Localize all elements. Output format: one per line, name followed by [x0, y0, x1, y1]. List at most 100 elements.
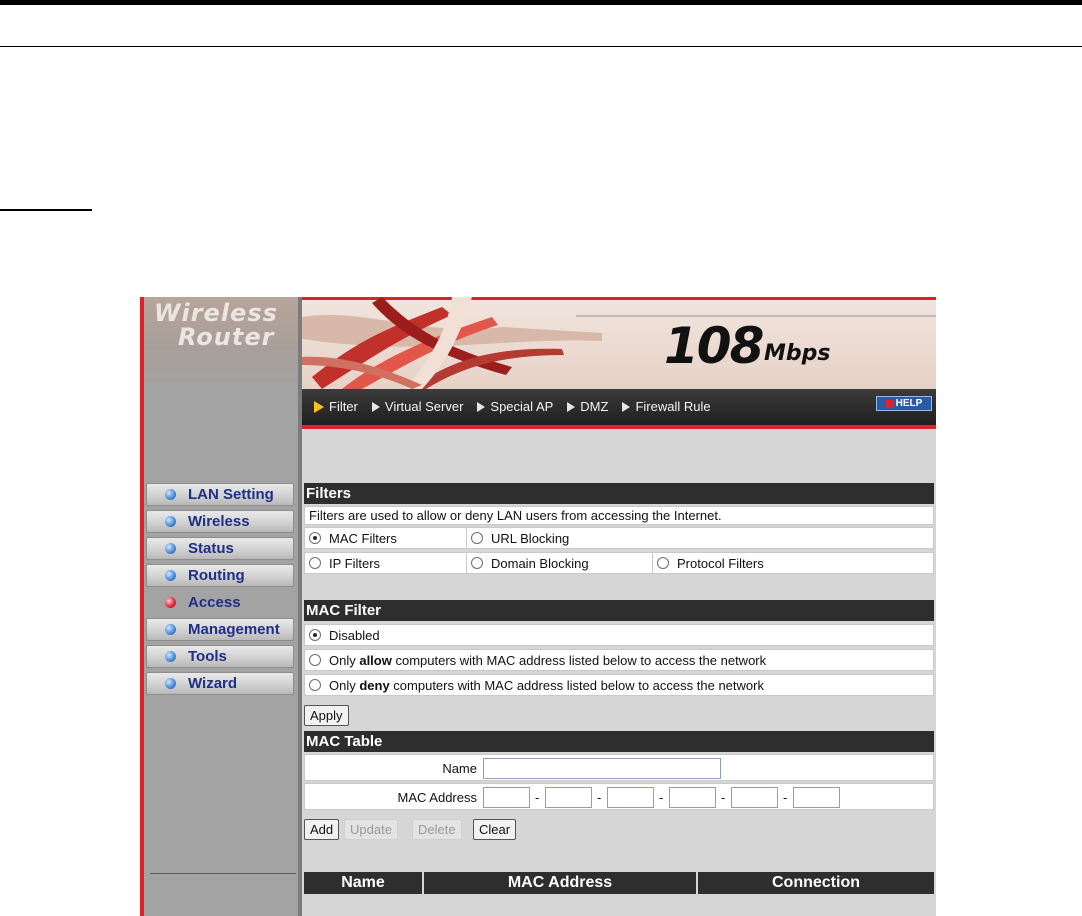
mac-filters-option[interactable]: MAC Filters: [305, 528, 467, 548]
bullet-icon: [165, 570, 176, 581]
mac-filter-deny-row[interactable]: Only deny computers with MAC address lis…: [304, 674, 934, 696]
column-header-name: Name: [304, 872, 424, 894]
bullet-active-icon: [165, 597, 176, 608]
sidebar-item-tools[interactable]: Tools: [146, 645, 294, 668]
clear-button[interactable]: Clear: [473, 819, 517, 840]
mac-filter-allow-radio[interactable]: [309, 654, 321, 666]
mac-octet-5-input[interactable]: [731, 787, 778, 808]
column-header-mac-address: MAC Address: [424, 872, 698, 894]
help-arrow-icon: [885, 399, 894, 408]
mac-filter-deny-radio[interactable]: [309, 679, 321, 691]
header-banner: 108 Mbps: [302, 297, 936, 389]
brand-logo: Wireless Router: [144, 297, 298, 389]
protocol-filters-radio[interactable]: [657, 557, 669, 569]
subnav-item-dmz[interactable]: DMZ: [567, 399, 608, 414]
mac-filter-section-title: MAC Filter: [304, 600, 934, 621]
bullet-icon: [165, 489, 176, 500]
mac-table-name-row: Name: [304, 754, 934, 781]
sidebar-item-status[interactable]: Status: [146, 537, 294, 560]
subnav-item-special-ap[interactable]: Special AP: [477, 399, 553, 414]
mac-filter-disabled-label: Disabled: [329, 627, 380, 643]
subnav-item-filter[interactable]: Filter: [314, 399, 358, 414]
subnav-item-label: Filter: [329, 399, 358, 414]
name-input[interactable]: [483, 758, 721, 779]
filters-section-title: Filters: [304, 483, 934, 504]
triangle-right-icon: [371, 401, 380, 412]
subnav-item-firewall-rule[interactable]: Firewall Rule: [622, 399, 711, 414]
subnav-bar: Filter Virtual Server Special AP DMZ Fir…: [302, 389, 936, 425]
sidebar-item-label: Access: [188, 594, 241, 611]
triangle-right-icon: [314, 400, 324, 413]
document-header-rule: [0, 46, 1082, 47]
bullet-icon: [165, 624, 176, 635]
bullet-icon: [165, 543, 176, 554]
document-heading-underline: [0, 209, 92, 211]
sidebar-item-access[interactable]: Access: [146, 591, 294, 614]
sidebar-item-label: Tools: [188, 648, 227, 665]
mac-table-section-title: MAC Table: [304, 731, 934, 752]
sidebar-item-label: Status: [188, 540, 234, 557]
name-field-label: Name: [442, 761, 477, 776]
ip-filters-option[interactable]: IP Filters: [305, 553, 467, 573]
mac-filters-label: MAC Filters: [329, 530, 397, 546]
mac-octet-2-input[interactable]: [545, 787, 592, 808]
mac-filters-radio[interactable]: [309, 532, 321, 544]
subnav-item-label: Virtual Server: [384, 399, 464, 414]
mac-table-address-row: MAC Address - - - - -: [304, 783, 934, 810]
mac-octet-4-input[interactable]: [669, 787, 716, 808]
document-top-rule: [0, 0, 1082, 5]
mac-octet-1-input[interactable]: [483, 787, 530, 808]
sidebar-item-label: Wizard: [188, 675, 238, 692]
mac-separator: -: [535, 790, 540, 805]
mac-filter-disabled-row[interactable]: Disabled: [304, 624, 934, 646]
filters-description-row: Filters are used to allow or deny LAN us…: [304, 506, 934, 525]
update-button[interactable]: Update: [344, 819, 398, 840]
mac-octet-3-input[interactable]: [607, 787, 654, 808]
mac-filter-disabled-radio[interactable]: [309, 629, 321, 641]
triangle-right-icon: [477, 401, 486, 412]
domain-blocking-label: Domain Blocking: [491, 555, 589, 571]
sidebar-item-management[interactable]: Management: [146, 618, 294, 641]
triangle-right-icon: [622, 401, 631, 412]
sidebar-item-label: LAN Setting: [188, 486, 274, 503]
mac-separator: -: [659, 790, 664, 805]
mac-address-field-label: MAC Address: [397, 790, 477, 805]
apply-button[interactable]: Apply: [304, 705, 349, 726]
subnav-item-label: DMZ: [580, 399, 609, 414]
filters-description: Filters are used to allow or deny LAN us…: [309, 508, 722, 523]
mac-separator: -: [597, 790, 602, 805]
url-blocking-radio[interactable]: [471, 532, 483, 544]
sidebar-item-label: Routing: [188, 567, 245, 584]
bullet-icon: [165, 651, 176, 662]
subnav-item-label: Special AP: [490, 399, 554, 414]
column-header-connection: Connection: [772, 874, 860, 891]
sidebar-footer-rule: [150, 873, 296, 874]
brand-line-2: Router: [178, 323, 275, 351]
sidebar-item-lan-setting[interactable]: LAN Setting: [146, 483, 294, 506]
subnav-item-virtual-server[interactable]: Virtual Server: [371, 399, 464, 414]
protocol-filters-option[interactable]: Protocol Filters: [653, 553, 933, 573]
sidebar-item-wizard[interactable]: Wizard: [146, 672, 294, 695]
mac-octet-6-input[interactable]: [793, 787, 840, 808]
mac-filter-allow-row[interactable]: Only allow computers with MAC address li…: [304, 649, 934, 671]
filters-options-row-1: MAC Filters URL Blocking: [304, 527, 934, 549]
speed-unit: Mbps: [764, 341, 831, 366]
url-blocking-option[interactable]: URL Blocking: [467, 528, 933, 548]
sidebar-item-wireless[interactable]: Wireless: [146, 510, 294, 533]
domain-blocking-option[interactable]: Domain Blocking: [467, 553, 653, 573]
ip-filters-label: IP Filters: [329, 555, 381, 571]
mac-table-header: Name MAC Address Connection: [304, 872, 934, 894]
mac-filter-deny-label: Only deny computers with MAC address lis…: [329, 677, 764, 693]
add-button[interactable]: Add: [304, 819, 340, 840]
subnav-items: Filter Virtual Server Special AP DMZ Fir…: [314, 399, 725, 414]
sidebar-nav: LAN Setting Wireless Status Routing Acce…: [146, 483, 294, 699]
banner-artwork: [302, 297, 602, 389]
ip-filters-radio[interactable]: [309, 557, 321, 569]
help-button[interactable]: HELP: [876, 396, 932, 411]
help-label: HELP: [895, 398, 923, 409]
delete-button[interactable]: Delete: [412, 819, 462, 840]
domain-blocking-radio[interactable]: [471, 557, 483, 569]
speed-number: 108: [664, 317, 764, 375]
sidebar-item-routing[interactable]: Routing: [146, 564, 294, 587]
sidebar-item-label: Management: [188, 621, 280, 638]
